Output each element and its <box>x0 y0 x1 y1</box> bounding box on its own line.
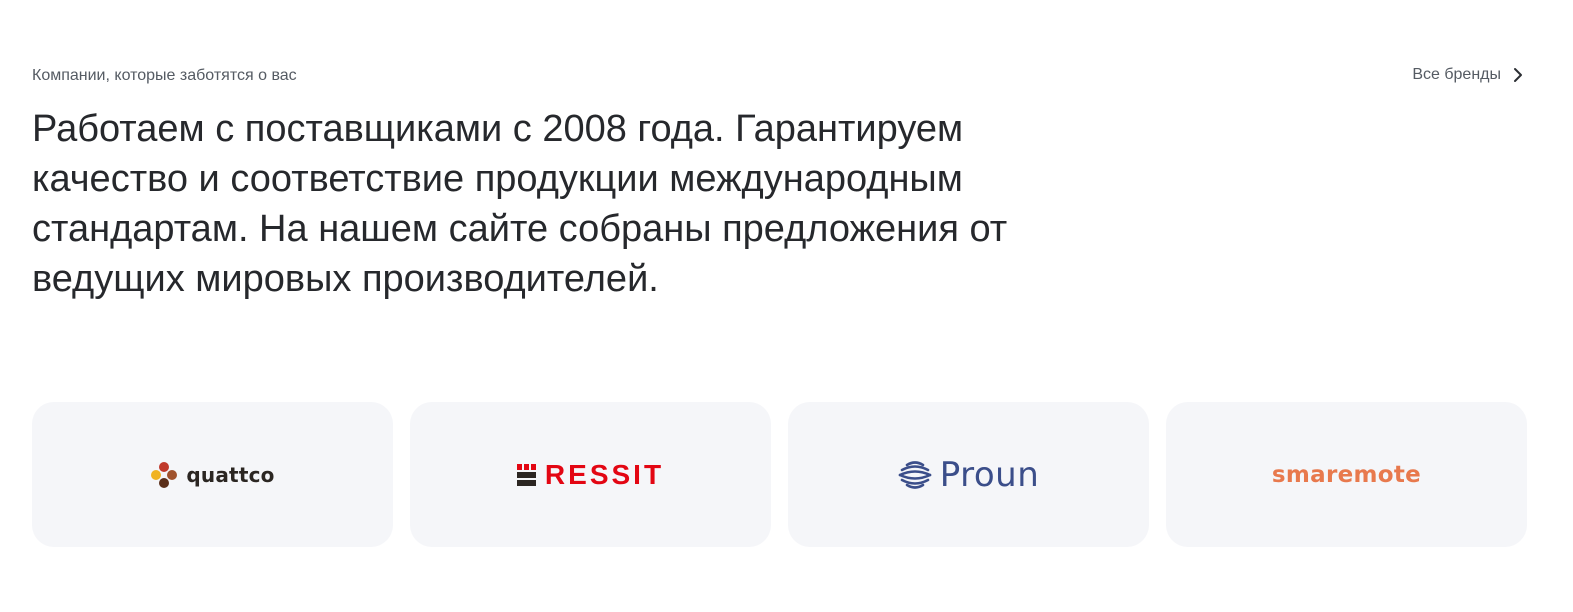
ressit-logo: RESSIT <box>516 458 665 491</box>
proun-logo: Proun <box>898 455 1040 495</box>
brand-name: RESSIT <box>544 458 665 490</box>
brand-name: Proun <box>939 454 1040 495</box>
brand-name: quattco <box>186 462 275 487</box>
brand-card-quattco[interactable]: quattco <box>32 402 393 547</box>
section-eyebrow: Компании, которые заботятся о вас <box>32 67 297 84</box>
all-brands-label: Все бренды <box>1412 66 1501 83</box>
quattco-logo: quattco <box>150 461 274 489</box>
brand-name: smaremote <box>1271 461 1422 488</box>
brand-list: quattco RESSIT Proun smaremote <box>32 402 1527 547</box>
all-brands-link[interactable]: Все бренды <box>1412 64 1527 86</box>
chevron-right-icon <box>1509 64 1527 86</box>
brands-section: Компании, которые заботятся о вас Все бр… <box>32 0 1527 612</box>
brand-card-ressit[interactable]: RESSIT <box>410 402 771 547</box>
ressit-mark-icon <box>516 463 536 486</box>
section-headline: Работаем с поставщиками с 2008 года. Гар… <box>32 108 1008 300</box>
brand-card-proun[interactable]: Proun <box>788 402 1149 547</box>
proun-globe-icon <box>898 460 932 489</box>
brand-card-smaremote[interactable]: smaremote <box>1166 402 1527 547</box>
quattco-mark-icon <box>151 461 178 488</box>
smaremote-logo: smaremote <box>1272 462 1421 488</box>
